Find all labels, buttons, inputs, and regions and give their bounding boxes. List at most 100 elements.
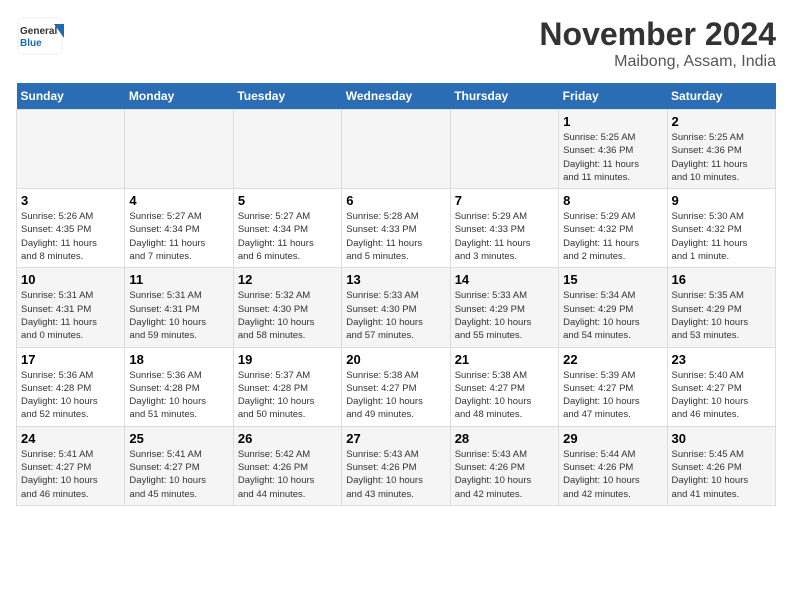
- day-info: Sunrise: 5:31 AM Sunset: 4:31 PM Dayligh…: [21, 289, 120, 342]
- calendar-week-row: 24 Sunrise: 5:41 AM Sunset: 4:27 PM Dayli…: [17, 426, 776, 505]
- calendar-cell: 10 Sunrise: 5:31 AM Sunset: 4:31 PM Dayli…: [17, 268, 125, 347]
- calendar-cell: 13Sunrise: 5:33 AM Sunset: 4:30 PM Dayli…: [342, 268, 450, 347]
- day-number: 4: [129, 193, 228, 208]
- day-number: 12: [238, 272, 337, 287]
- day-number: 30: [672, 431, 771, 446]
- day-info: Sunrise: 5:42 AM Sunset: 4:26 PM Dayligh…: [238, 448, 337, 501]
- calendar-cell: 19 Sunrise: 5:37 AM Sunset: 4:28 PM Dayli…: [233, 347, 341, 426]
- day-number: 23: [672, 352, 771, 367]
- day-info: Sunrise: 5:32 AM Sunset: 4:30 PM Dayligh…: [238, 289, 337, 342]
- day-info: Sunrise: 5:40 AM Sunset: 4:27 PM Dayligh…: [672, 369, 771, 422]
- day-info: Sunrise: 5:36 AM Sunset: 4:28 PM Dayligh…: [129, 369, 228, 422]
- day-info: Sunrise: 5:34 AM Sunset: 4:29 PM Dayligh…: [563, 289, 662, 342]
- day-number: 20: [346, 352, 445, 367]
- calendar-cell: 8 Sunrise: 5:29 AM Sunset: 4:32 PM Daylig…: [559, 189, 667, 268]
- day-number: 1: [563, 114, 662, 129]
- day-number: 25: [129, 431, 228, 446]
- day-info: Sunrise: 5:43 AM Sunset: 4:26 PM Dayligh…: [455, 448, 554, 501]
- calendar-cell: 6 Sunrise: 5:28 AM Sunset: 4:33 PM Daylig…: [342, 189, 450, 268]
- calendar-cell: 29Sunrise: 5:44 AM Sunset: 4:26 PM Dayli…: [559, 426, 667, 505]
- day-number: 16: [672, 272, 771, 287]
- day-number: 14: [455, 272, 554, 287]
- day-number: 10: [21, 272, 120, 287]
- day-number: 24: [21, 431, 120, 446]
- calendar-cell: [450, 110, 558, 189]
- day-number: 22: [563, 352, 662, 367]
- day-info: Sunrise: 5:28 AM Sunset: 4:33 PM Dayligh…: [346, 210, 445, 263]
- calendar-week-row: 1 Sunrise: 5:25 AM Sunset: 4:36 PM Daylig…: [17, 110, 776, 189]
- calendar-cell: 1 Sunrise: 5:25 AM Sunset: 4:36 PM Daylig…: [559, 110, 667, 189]
- day-info: Sunrise: 5:29 AM Sunset: 4:33 PM Dayligh…: [455, 210, 554, 263]
- day-number: 5: [238, 193, 337, 208]
- day-info: Sunrise: 5:41 AM Sunset: 4:27 PM Dayligh…: [21, 448, 120, 501]
- day-number: 9: [672, 193, 771, 208]
- day-number: 19: [238, 352, 337, 367]
- day-info: Sunrise: 5:27 AM Sunset: 4:34 PM Dayligh…: [129, 210, 228, 263]
- day-info: Sunrise: 5:30 AM Sunset: 4:32 PM Dayligh…: [672, 210, 771, 263]
- logo: General Blue: [16, 16, 66, 56]
- calendar-cell: [17, 110, 125, 189]
- weekday-header: Monday: [125, 83, 233, 110]
- calendar-cell: 22 Sunrise: 5:39 AM Sunset: 4:27 PM Dayli…: [559, 347, 667, 426]
- calendar-cell: 30 Sunrise: 5:45 AM Sunset: 4:26 PM Dayli…: [667, 426, 775, 505]
- calendar-cell: 7 Sunrise: 5:29 AM Sunset: 4:33 PM Daylig…: [450, 189, 558, 268]
- calendar-cell: 17 Sunrise: 5:36 AM Sunset: 4:28 PM Dayli…: [17, 347, 125, 426]
- calendar-cell: 25Sunrise: 5:41 AM Sunset: 4:27 PM Dayli…: [125, 426, 233, 505]
- day-info: Sunrise: 5:33 AM Sunset: 4:29 PM Dayligh…: [455, 289, 554, 342]
- day-info: Sunrise: 5:29 AM Sunset: 4:32 PM Dayligh…: [563, 210, 662, 263]
- day-info: Sunrise: 5:35 AM Sunset: 4:29 PM Dayligh…: [672, 289, 771, 342]
- calendar-cell: 2 Sunrise: 5:25 AM Sunset: 4:36 PM Daylig…: [667, 110, 775, 189]
- calendar-cell: 20 Sunrise: 5:38 AM Sunset: 4:27 PM Dayli…: [342, 347, 450, 426]
- calendar-cell: 26 Sunrise: 5:42 AM Sunset: 4:26 PM Dayli…: [233, 426, 341, 505]
- calendar-week-row: 17 Sunrise: 5:36 AM Sunset: 4:28 PM Dayli…: [17, 347, 776, 426]
- calendar-cell: 9 Sunrise: 5:30 AM Sunset: 4:32 PM Daylig…: [667, 189, 775, 268]
- day-number: 7: [455, 193, 554, 208]
- weekday-header: Sunday: [17, 83, 125, 110]
- day-info: Sunrise: 5:25 AM Sunset: 4:36 PM Dayligh…: [563, 131, 662, 184]
- logo-icon: General Blue: [16, 16, 66, 56]
- page-subtitle: Maibong, Assam, India: [539, 53, 776, 71]
- day-number: 6: [346, 193, 445, 208]
- day-number: 15: [563, 272, 662, 287]
- weekday-header: Tuesday: [233, 83, 341, 110]
- day-number: 11: [129, 272, 228, 287]
- day-info: Sunrise: 5:37 AM Sunset: 4:28 PM Dayligh…: [238, 369, 337, 422]
- day-info: Sunrise: 5:31 AM Sunset: 4:31 PM Dayligh…: [129, 289, 228, 342]
- day-info: Sunrise: 5:26 AM Sunset: 4:35 PM Dayligh…: [21, 210, 120, 263]
- calendar-cell: 3Sunrise: 5:26 AM Sunset: 4:35 PM Daylig…: [17, 189, 125, 268]
- day-info: Sunrise: 5:36 AM Sunset: 4:28 PM Dayligh…: [21, 369, 120, 422]
- calendar-week-row: 10 Sunrise: 5:31 AM Sunset: 4:31 PM Dayli…: [17, 268, 776, 347]
- calendar-cell: 21Sunrise: 5:38 AM Sunset: 4:27 PM Dayli…: [450, 347, 558, 426]
- calendar-cell: 15 Sunrise: 5:34 AM Sunset: 4:29 PM Dayli…: [559, 268, 667, 347]
- calendar-cell: 23 Sunrise: 5:40 AM Sunset: 4:27 PM Dayli…: [667, 347, 775, 426]
- calendar-cell: 16 Sunrise: 5:35 AM Sunset: 4:29 PM Dayli…: [667, 268, 775, 347]
- weekday-header: Friday: [559, 83, 667, 110]
- weekday-header: Thursday: [450, 83, 558, 110]
- day-number: 8: [563, 193, 662, 208]
- day-info: Sunrise: 5:25 AM Sunset: 4:36 PM Dayligh…: [672, 131, 771, 184]
- weekday-header: Saturday: [667, 83, 775, 110]
- day-number: 21: [455, 352, 554, 367]
- day-number: 26: [238, 431, 337, 446]
- calendar-cell: [342, 110, 450, 189]
- day-info: Sunrise: 5:39 AM Sunset: 4:27 PM Dayligh…: [563, 369, 662, 422]
- title-block: November 2024 Maibong, Assam, India: [539, 16, 776, 71]
- day-number: 2: [672, 114, 771, 129]
- weekday-header: Wednesday: [342, 83, 450, 110]
- calendar-cell: 27Sunrise: 5:43 AM Sunset: 4:26 PM Dayli…: [342, 426, 450, 505]
- page-title: November 2024: [539, 16, 776, 53]
- day-number: 27: [346, 431, 445, 446]
- day-info: Sunrise: 5:27 AM Sunset: 4:34 PM Dayligh…: [238, 210, 337, 263]
- page-header: General Blue November 2024 Maibong, Assa…: [16, 16, 776, 71]
- day-number: 18: [129, 352, 228, 367]
- calendar-cell: 12 Sunrise: 5:32 AM Sunset: 4:30 PM Dayli…: [233, 268, 341, 347]
- calendar-cell: [233, 110, 341, 189]
- day-info: Sunrise: 5:45 AM Sunset: 4:26 PM Dayligh…: [672, 448, 771, 501]
- calendar-cell: 5 Sunrise: 5:27 AM Sunset: 4:34 PM Daylig…: [233, 189, 341, 268]
- day-info: Sunrise: 5:33 AM Sunset: 4:30 PM Dayligh…: [346, 289, 445, 342]
- day-info: Sunrise: 5:38 AM Sunset: 4:27 PM Dayligh…: [346, 369, 445, 422]
- calendar-week-row: 3Sunrise: 5:26 AM Sunset: 4:35 PM Daylig…: [17, 189, 776, 268]
- svg-text:Blue: Blue: [20, 38, 42, 49]
- day-number: 17: [21, 352, 120, 367]
- calendar-cell: 24 Sunrise: 5:41 AM Sunset: 4:27 PM Dayli…: [17, 426, 125, 505]
